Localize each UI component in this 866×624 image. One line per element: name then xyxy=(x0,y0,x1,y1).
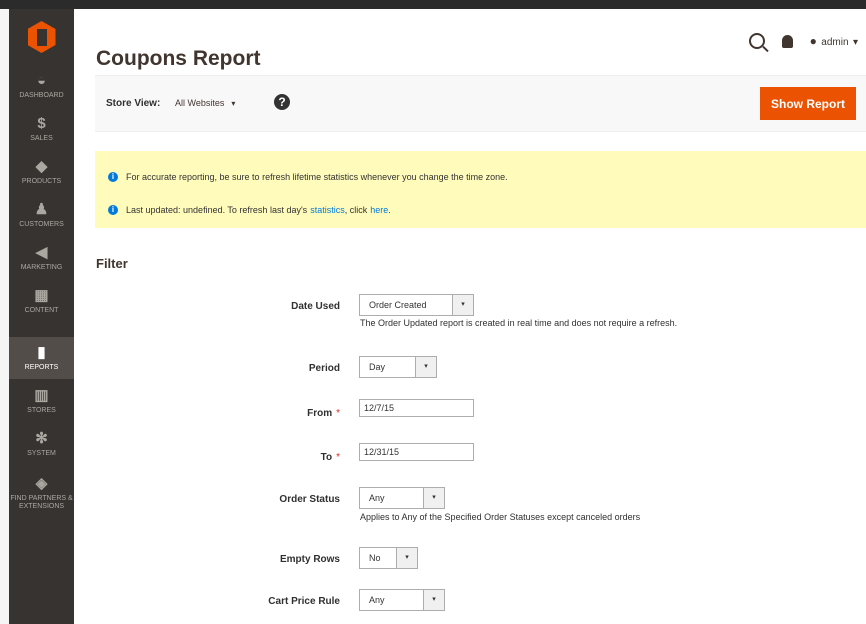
sidebar-item-marketing[interactable]: ◀ Marketing xyxy=(9,237,74,279)
sidebar-item-system[interactable]: ✻ System xyxy=(9,423,74,465)
required-marker: * xyxy=(336,408,340,419)
sidebar-item-reports[interactable]: ▮ Reports xyxy=(9,337,74,379)
sidebar-item-customers[interactable]: ♟ Customers xyxy=(9,194,74,236)
admin-sidebar: ◒ Dashboard $ Sales ◆ Products ♟ Customers ◀… xyxy=(9,9,74,624)
empty-rows-label: Empty Rows xyxy=(279,554,340,565)
bar-chart-icon: ▮ xyxy=(37,343,46,361)
magento-logo[interactable] xyxy=(9,9,74,65)
box-icon: ◆ xyxy=(35,157,48,175)
cart-price-rule-label: Cart Price Rule xyxy=(268,596,340,607)
date-used-select[interactable]: Order Created ▾ xyxy=(359,294,474,316)
sidebar-item-sales[interactable]: $ Sales xyxy=(9,108,74,150)
sidebar-item-products[interactable]: ◆ Products xyxy=(9,151,74,193)
chevron-down-icon: ▾ xyxy=(452,295,473,315)
period-select[interactable]: Day ▾ xyxy=(359,356,437,378)
required-marker: * xyxy=(336,452,340,463)
chevron-down-icon: ▾ xyxy=(423,488,444,508)
person-icon: ♟ xyxy=(34,200,49,218)
sidebar-item-content[interactable]: ▦ Content xyxy=(9,280,74,322)
sidebar-item-dashboard[interactable]: ◒ Dashboard xyxy=(9,65,74,107)
chevron-down-icon: ▾ xyxy=(415,357,436,377)
to-date-input[interactable] xyxy=(359,443,474,461)
order-status-label: Order Status xyxy=(279,494,340,505)
megaphone-icon: ◀ xyxy=(35,243,48,261)
chevron-down-icon: ▾ xyxy=(396,548,417,568)
filter-form: Date Used Order Created ▾ The Order Updat… xyxy=(74,9,866,624)
gear-icon: ✻ xyxy=(35,429,48,447)
period-label: Period xyxy=(308,363,340,374)
from-label: From * xyxy=(307,408,340,419)
empty-rows-select[interactable]: No ▾ xyxy=(359,547,418,569)
dashboard-icon: ◒ xyxy=(36,71,47,89)
partners-icon: ◈ xyxy=(35,474,48,492)
sidebar-item-find-partners-extensions[interactable]: ◈ Find Partners & Extensions xyxy=(9,466,74,520)
sidebar-item-stores[interactable]: ▥ Stores xyxy=(9,380,74,422)
order-status-select[interactable]: Any ▾ xyxy=(359,487,445,509)
date-used-label: Date Used xyxy=(291,301,340,312)
chevron-down-icon: ▾ xyxy=(423,590,444,610)
date-used-note: The Order Updated report is created in r… xyxy=(360,318,678,328)
content-icon: ▦ xyxy=(34,286,49,304)
magento-logo-icon xyxy=(27,21,56,53)
order-status-note: Applies to Any of the Specified Order St… xyxy=(360,512,641,522)
dollar-icon: $ xyxy=(37,114,46,132)
from-date-input[interactable] xyxy=(359,399,474,417)
cart-price-rule-select[interactable]: Any ▾ xyxy=(359,589,445,611)
magento-admin-frame: ◒ Dashboard $ Sales ◆ Products ♟ Customers ◀… xyxy=(0,0,866,624)
top-border xyxy=(0,0,866,9)
to-label: To * xyxy=(320,452,340,463)
main-content: Coupons Report ● admin ▾ Store View: All… xyxy=(74,9,866,624)
store-icon: ▥ xyxy=(34,386,49,404)
